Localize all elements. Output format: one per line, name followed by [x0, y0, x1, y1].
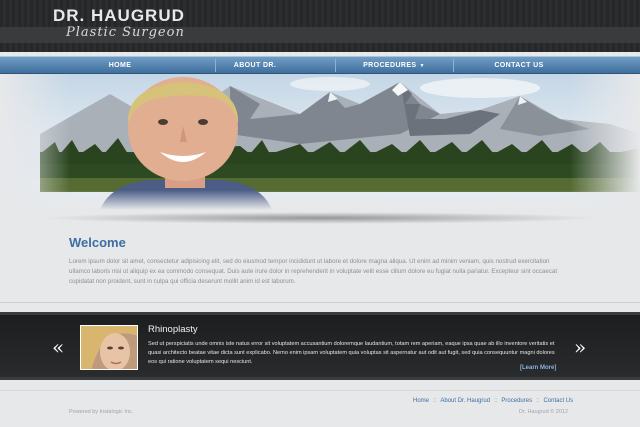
slider-prev-button[interactable]: «: [52, 335, 64, 359]
nav-item-label: CONTACT US: [494, 62, 544, 69]
footer-separator: ::: [536, 398, 540, 404]
welcome-title: Welcome: [69, 235, 126, 250]
page: DR. HAUGRUD Plastic Surgeon HOME ABOUT D…: [0, 0, 640, 427]
nav-item-contact[interactable]: CONTACT US: [453, 57, 585, 74]
nav-item-label: HOME: [108, 62, 132, 69]
footer-separator: ::: [433, 398, 437, 404]
main-nav: HOME ABOUT DR. HAUGRUD PROCEDURES▼ CONTA…: [0, 56, 640, 86]
footer-separator: ::: [494, 398, 498, 404]
nav-item-label: PROCEDURES: [363, 62, 417, 69]
footer-link-contact[interactable]: Contact Us: [543, 398, 573, 404]
slide-image: [80, 325, 138, 370]
footer-link-procedures[interactable]: Procedures: [501, 398, 532, 404]
hero-shadow: [40, 212, 600, 224]
footer-link-about[interactable]: About Dr. Haugrud: [440, 398, 490, 404]
powered-by[interactable]: Powered by Instalogic Inc.: [69, 409, 133, 415]
slide-photo: [81, 326, 137, 369]
slide-title: Rhinoplasty: [148, 324, 198, 335]
caret-down-icon: ▼: [419, 63, 425, 69]
copyright: Dr. Haugrud © 2012: [519, 409, 568, 415]
site-header: DR. HAUGRUD Plastic Surgeon: [0, 0, 640, 52]
slide-text: Sed ut perspiciatis unde omnis iste natu…: [148, 341, 555, 366]
learn-more-link[interactable]: [Learn More]: [520, 365, 556, 371]
footer-link-home[interactable]: Home: [413, 398, 429, 404]
hero-banner: [0, 74, 640, 210]
footer-divider: [0, 390, 640, 391]
section-divider: [0, 302, 640, 303]
nav-item-home[interactable]: HOME: [60, 57, 180, 74]
footer-nav: Home:: About Dr. Haugrud:: Procedures:: Con…: [413, 398, 573, 404]
welcome-text: Lorem ipsum dolor sit amet, consectetur …: [69, 258, 558, 285]
hero-fade: [0, 190, 640, 210]
slider-next-button[interactable]: »: [574, 335, 586, 359]
logo-name[interactable]: DR. HAUGRUD: [53, 6, 185, 26]
logo-tagline: Plastic Surgeon: [66, 25, 185, 40]
nav-item-about[interactable]: ABOUT DR. HAUGRUD: [215, 57, 295, 86]
nav-item-procedures[interactable]: PROCEDURES ▼: [335, 57, 453, 74]
procedure-slider: « Rhinoplasty Sed ut perspiciatis unde o…: [0, 312, 640, 380]
